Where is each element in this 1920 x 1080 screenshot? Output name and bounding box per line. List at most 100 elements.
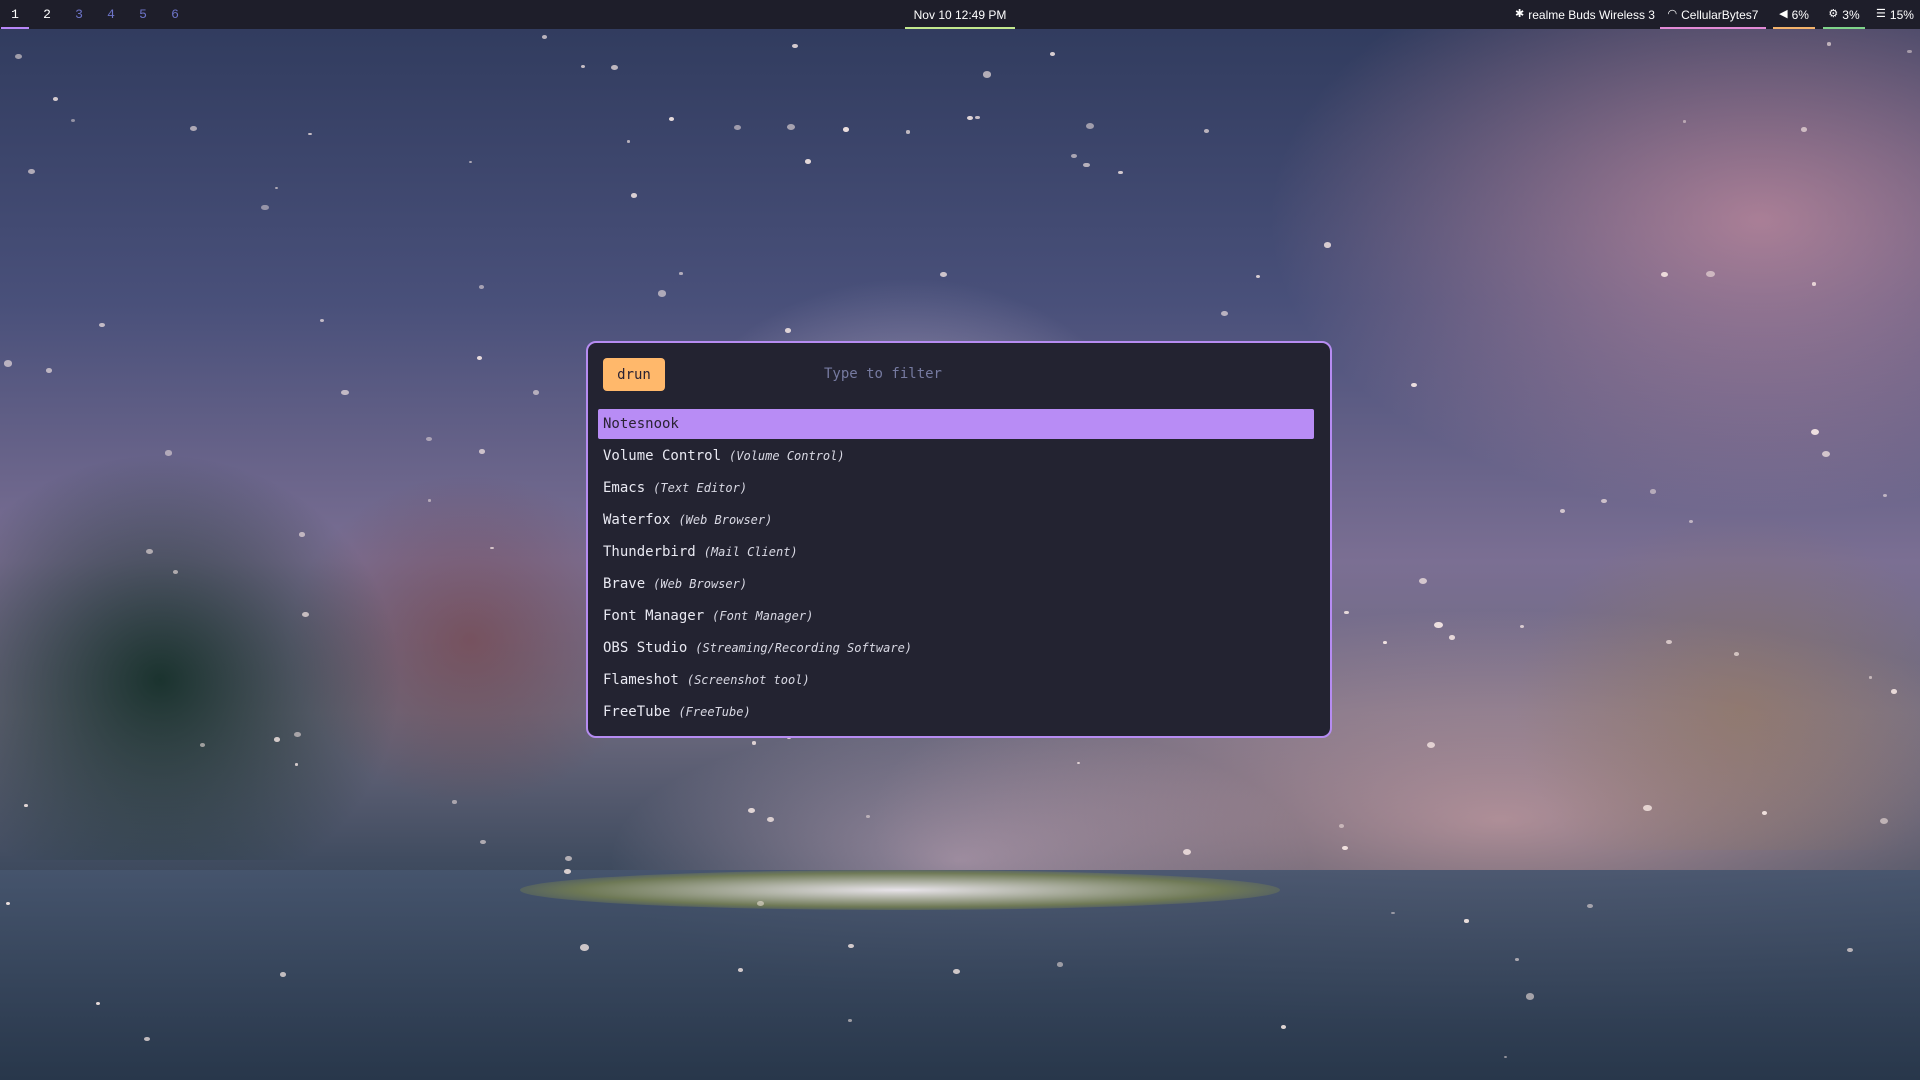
wifi-icon: ◠ [1667,8,1678,20]
result-row-obs-studio[interactable]: OBS Studio (Streaming/Recording Software… [598,633,1314,663]
petal [1255,274,1261,278]
result-row-emacs[interactable]: Emacs (Text Editor) [598,473,1314,503]
result-description: (Screenshot tool) [686,673,810,687]
result-name: Volume Control [603,448,722,464]
petal [319,318,324,322]
cpu-label: 3% [1842,7,1860,22]
petal [490,546,494,550]
workspace-5-button[interactable]: 5 [129,0,157,29]
volume-icon: ◀ [1779,8,1788,20]
petal [1682,120,1687,123]
volume-label: 6% [1791,7,1809,22]
petal [1182,848,1192,856]
workspace-1-button[interactable]: 1 [1,0,29,29]
petal [1434,622,1443,629]
petal [52,97,58,102]
petal [144,1036,150,1042]
bluetooth-icon: ✱ [1515,8,1525,20]
filter-input[interactable] [678,357,1318,391]
petal [565,855,573,862]
petal [1810,428,1819,435]
petal [1344,610,1350,615]
petal [146,548,154,554]
result-row-notesnook[interactable]: Notesnook [598,409,1314,439]
petal [3,360,13,367]
result-name: Waterfox [603,512,671,528]
petal [1847,947,1853,952]
bluetooth-status[interactable]: ✱ realme Buds Wireless 3 [1515,0,1655,29]
petal [1706,270,1716,278]
petal [274,186,279,190]
memory-label: 15% [1889,7,1914,22]
result-description: (Streaming/Recording Software) [695,641,913,655]
petal [480,839,486,845]
cpu-icon: ⚙ [1828,8,1839,20]
petal [1650,489,1656,494]
result-row-thunderbird[interactable]: Thunderbird (Mail Client) [598,537,1314,567]
petal [1085,122,1095,129]
petal [46,368,53,374]
petal [952,968,960,974]
petal [476,355,483,360]
result-description: (FreeTube) [678,705,751,719]
result-row-volume-control[interactable]: Volume Control (Volume Control) [598,441,1314,471]
petal [27,168,36,175]
petal [611,64,619,71]
petal [542,35,548,40]
result-description: (Volume Control) [729,449,845,463]
petal [1338,823,1345,828]
petal [1448,635,1455,640]
petal [866,814,870,818]
petal [751,741,756,745]
petal [1643,804,1652,812]
petal [1890,689,1898,694]
clock[interactable]: Nov 10 12:49 PM [905,0,1015,29]
petal [1118,170,1123,175]
memory-icon: ☰ [1876,8,1886,20]
petal [787,123,795,130]
petal [579,944,589,951]
petal [733,124,741,130]
result-row-font-manager[interactable]: Font Manager (Font Manager) [598,601,1314,631]
workspace-6-button[interactable]: 6 [161,0,189,29]
result-name: Emacs [603,480,646,496]
result-description: (Web Browser) [678,513,773,527]
result-description: (Mail Client) [703,545,798,559]
app-launcher: drun Notesnook Volume Control (Volume Co… [586,341,1332,738]
petal [767,816,774,822]
result-row-flameshot[interactable]: Flameshot (Screenshot tool) [598,665,1314,695]
result-description: (Text Editor) [653,481,748,495]
workspace-3-button[interactable]: 3 [65,0,93,29]
petal [805,158,812,164]
result-row-freetube[interactable]: FreeTube (FreeTube) [598,697,1314,727]
petal [1515,958,1519,961]
petal [1821,450,1830,457]
petal [1411,382,1417,388]
result-description: (Web Browser) [653,577,748,591]
wifi-status[interactable]: ◠ CellularBytes7 [1660,0,1766,29]
petal [478,284,484,289]
petal [71,119,76,123]
wallpaper-island [520,870,1280,910]
petal [1733,652,1739,656]
petal [657,290,667,297]
mode-indicator[interactable]: drun [603,358,665,391]
result-row-waterfox[interactable]: Waterfox (Web Browser) [598,505,1314,535]
workspace-2-button[interactable]: 2 [33,0,61,29]
result-row-brave[interactable]: Brave (Web Browser) [598,569,1314,599]
petal [1560,508,1566,513]
petal [842,127,850,132]
petal [982,71,992,78]
results-list: Notesnook Volume Control (Volume Control… [598,409,1314,729]
cpu-status[interactable]: ⚙ 3% [1823,0,1865,29]
petal [1660,271,1668,277]
petal [626,140,631,143]
petal [967,115,973,121]
volume-status[interactable]: ◀ 6% [1773,0,1815,29]
petal [99,322,106,328]
petal [668,117,674,121]
memory-status[interactable]: ☰ 15% [1872,0,1918,29]
workspace-4-button[interactable]: 4 [97,0,125,29]
petal [1342,845,1349,851]
result-name: Brave [603,576,646,592]
